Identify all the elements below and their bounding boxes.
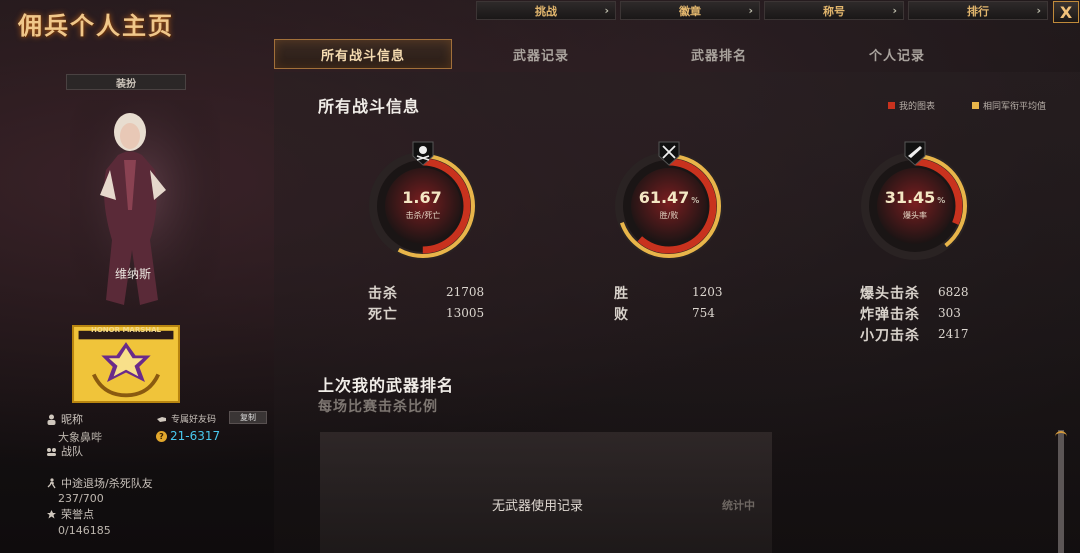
headshot-value: 31.45 <box>884 188 936 207</box>
stat-label-bomb-kills: 炸弹击杀 <box>860 307 920 323</box>
legend-avg: 相同军衔平均值 <box>972 99 1046 112</box>
nickname-label: 昵称 <box>61 413 83 426</box>
legend-swatch-red <box>888 102 895 109</box>
legend-mine-label: 我的图表 <box>899 102 936 112</box>
winrate-pct: % <box>691 196 700 205</box>
honor-value: 0/146185 <box>58 524 111 537</box>
team-label-row: 战队 <box>46 443 83 459</box>
ring-kd: 1.67 击杀/死亡 <box>367 141 479 262</box>
stats-pending-label: 统计中 <box>722 499 755 512</box>
headshot-caption: 爆头率 <box>903 211 927 220</box>
legend-mine: 我的图表 <box>888 99 935 112</box>
topnav-title[interactable]: 称号 › <box>764 1 904 20</box>
honor-label: 荣誉点 <box>61 508 94 521</box>
honor-label-row: 荣誉点 <box>46 506 94 522</box>
laurel-icon <box>47 509 56 518</box>
stat-value-headshot-kills: 6828 <box>938 285 969 299</box>
badge-label: HONOR MARSHAL <box>91 326 161 334</box>
ring-headshot: 31.45% 爆头率 <box>859 141 971 262</box>
headshot-pct: % <box>937 196 946 205</box>
weapon-chart-area <box>320 432 772 553</box>
ring-value: 61.47% <box>613 188 725 207</box>
dress-up-button[interactable]: 装扮 <box>66 74 186 90</box>
quit-label-row: 中途退场/杀死队友 <box>46 475 153 491</box>
topnav-label: 称号 <box>823 4 845 18</box>
stat-label-wins: 胜 <box>614 286 629 302</box>
friend-code-label: 专属好友码 <box>171 415 217 425</box>
character-name: 维纳斯 <box>114 267 151 281</box>
stat-value-deaths: 13005 <box>446 306 485 320</box>
chevron-right-icon: › <box>604 4 609 17</box>
topnav-label: 挑战 <box>535 4 557 18</box>
tab-weapon-ranking[interactable]: 武器排名 <box>630 39 808 69</box>
friend-code: ? 21-6317 <box>156 429 220 443</box>
hand-icon <box>157 417 166 422</box>
legend-avg-label: 相同军衔平均值 <box>983 102 1047 112</box>
stat-value-kills: 21708 <box>446 285 485 299</box>
no-weapon-text: 无武器使用记录 <box>492 499 584 514</box>
quit-value: 237/700 <box>58 492 104 505</box>
weapon-ranking-title: 上次我的武器排名 <box>318 376 455 395</box>
running-icon <box>47 477 56 488</box>
kd-value: 1.67 <box>402 188 442 207</box>
character-portrait <box>70 100 220 330</box>
topnav-badge[interactable]: 徽章 › <box>620 1 760 20</box>
skull-crossbones-icon <box>412 141 434 166</box>
ring-value: 31.45% <box>859 188 971 207</box>
chevron-right-icon: › <box>892 4 897 17</box>
friend-code-label-row: 专属好友码 <box>156 412 216 425</box>
scrollbar-thumb[interactable] <box>1055 431 1067 439</box>
topnav-ranking[interactable]: 排行 › <box>908 1 1048 20</box>
stat-label-knife-kills: 小刀击杀 <box>860 328 920 344</box>
ring-value: 1.67 <box>367 188 479 207</box>
stat-value-knife-kills: 2417 <box>938 327 969 341</box>
weapon-ranking-subtitle: 每场比赛击杀比例 <box>318 399 438 415</box>
stat-value-wins: 1203 <box>692 285 723 299</box>
person-icon <box>47 414 56 425</box>
ring-winrate: 61.47% 胜/败 <box>613 141 725 262</box>
window-title: 佣兵个人主页 <box>18 12 174 40</box>
rifle-icon <box>904 141 926 166</box>
top-nav: 挑战 › 徽章 › 称号 › 排行 › <box>476 1 1048 20</box>
close-button[interactable]: X <box>1053 1 1079 23</box>
nickname-label-row: 昵称 <box>46 411 83 427</box>
tab-bar: 所有战斗信息 武器记录 武器排名 个人记录 <box>274 39 986 69</box>
topnav-challenge[interactable]: 挑战 › <box>476 1 616 20</box>
stat-label-kills: 击杀 <box>368 286 398 302</box>
tab-personal-records[interactable]: 个人记录 <box>808 39 986 69</box>
team-icon <box>47 447 56 456</box>
team-label: 战队 <box>61 445 83 458</box>
copy-button[interactable]: 复制 <box>229 411 267 424</box>
stat-label-losses: 败 <box>614 307 629 323</box>
question-icon[interactable]: ? <box>156 430 167 442</box>
legend-swatch-gold <box>972 102 979 109</box>
quit-label: 中途退场/杀死队友 <box>61 477 153 490</box>
winrate-value: 61.47 <box>638 188 690 207</box>
topnav-label: 徽章 <box>679 4 701 18</box>
stat-label-headshot-kills: 爆头击杀 <box>860 286 920 302</box>
crossed-swords-icon <box>658 141 680 166</box>
scrollbar-track[interactable] <box>1058 430 1064 553</box>
kd-caption: 击杀/死亡 <box>405 211 441 220</box>
topnav-label: 排行 <box>967 4 989 18</box>
stat-value-losses: 754 <box>692 306 715 320</box>
tab-all-battle-info[interactable]: 所有战斗信息 <box>274 39 452 69</box>
stat-value-bomb-kills: 303 <box>938 306 961 320</box>
honor-marshal-badge <box>72 325 180 403</box>
battle-info-title: 所有战斗信息 <box>318 97 421 116</box>
chevron-right-icon: › <box>748 4 753 17</box>
winrate-caption: 胜/败 <box>659 211 679 220</box>
chevron-right-icon: › <box>1036 4 1041 17</box>
friend-code-value: 21-6317 <box>170 429 221 443</box>
stat-label-deaths: 死亡 <box>368 307 398 323</box>
tab-weapon-records[interactable]: 武器记录 <box>452 39 630 69</box>
profile-panel: 装扮 维纳斯 HONOR MARSHAL 昵称 专属好友码 复制 大象鼻哔 ? <box>0 70 272 553</box>
